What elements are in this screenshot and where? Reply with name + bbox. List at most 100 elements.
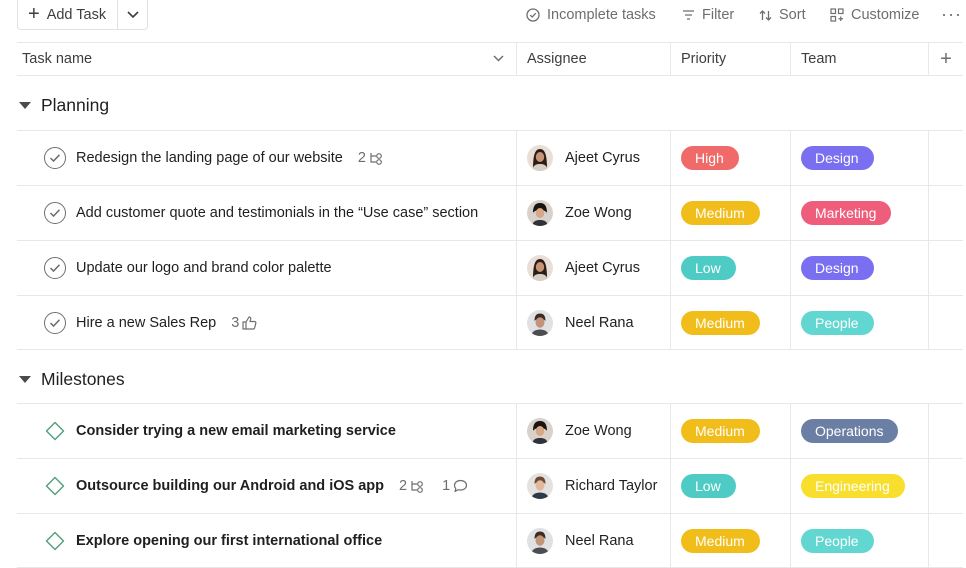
priority-cell[interactable]: Low <box>671 459 791 513</box>
collapse-triangle-icon[interactable] <box>19 101 31 109</box>
subtask-count[interactable]: 2 <box>358 150 385 166</box>
task-name[interactable]: Redesign the landing page of our website <box>76 150 343 166</box>
column-header-assignee[interactable]: Assignee <box>517 43 671 75</box>
task-cell: Redesign the landing page of our website… <box>17 131 517 185</box>
task-name[interactable]: Explore opening our first international … <box>76 533 382 549</box>
priority-badge: High <box>681 146 739 170</box>
table-row[interactable]: Add customer quote and testimonials in t… <box>17 185 963 240</box>
priority-badge: Medium <box>681 528 760 553</box>
task-cell: Outsource building our Android and iOS a… <box>17 459 517 513</box>
add-task-button[interactable]: + Add Task <box>18 0 117 29</box>
priority-cell[interactable]: Medium <box>671 186 791 240</box>
team-cell[interactable]: Design <box>791 241 929 295</box>
more-options-button[interactable]: ··· <box>941 4 962 25</box>
comment-count[interactable]: 1 <box>442 478 468 494</box>
complete-check-icon[interactable] <box>44 257 66 279</box>
table-row[interactable]: Consider trying a new email marketing se… <box>17 403 963 458</box>
assignee-cell[interactable]: Neel Rana <box>517 296 671 349</box>
task-name[interactable]: Outsource building our Android and iOS a… <box>76 478 384 494</box>
milestone-diamond-icon[interactable] <box>44 475 66 497</box>
complete-check-icon[interactable] <box>44 311 66 334</box>
assignee-name: Ajeet Cyrus <box>565 260 640 276</box>
milestone-diamond-icon[interactable] <box>44 420 66 442</box>
subtask-count[interactable]: 2 <box>399 478 426 494</box>
complete-check-icon[interactable] <box>44 202 66 224</box>
filter-button[interactable]: Filter <box>682 5 734 25</box>
team-badge: Engineering <box>801 474 905 498</box>
incomplete-tasks-button[interactable]: Incomplete tasks <box>526 5 656 25</box>
team-cell[interactable]: People <box>791 514 929 567</box>
column-header-task-name[interactable]: Task name <box>17 43 517 75</box>
complete-check-icon[interactable] <box>44 147 66 169</box>
table-row[interactable]: Update our logo and brand color palette … <box>17 240 963 295</box>
assignee-cell[interactable]: Zoe Wong <box>517 404 671 458</box>
task-cell: Hire a new Sales Rep 3 <box>17 296 517 349</box>
team-cell[interactable]: Design <box>791 131 929 185</box>
task-name[interactable]: Update our logo and brand color palette <box>76 260 332 276</box>
add-task-button-group: + Add Task <box>17 0 148 30</box>
team-cell[interactable]: Engineering <box>791 459 929 513</box>
sort-button[interactable]: Sort <box>759 5 806 25</box>
team-badge: Design <box>801 146 874 170</box>
add-column-button[interactable]: + <box>929 43 963 75</box>
subtask-icon <box>370 152 382 165</box>
add-task-dropdown-button[interactable] <box>117 0 147 29</box>
column-header-team[interactable]: Team <box>791 43 929 75</box>
assignee-name: Richard Taylor <box>565 478 658 494</box>
assignee-cell[interactable]: Ajeet Cyrus <box>517 241 671 295</box>
section-header-milestones[interactable]: Milestones <box>17 351 963 407</box>
assignee-cell[interactable]: Ajeet Cyrus <box>517 131 671 185</box>
like-count[interactable]: 3 <box>231 315 257 331</box>
plus-icon: + <box>28 2 40 25</box>
priority-cell[interactable]: Medium <box>671 404 791 458</box>
assignee-cell[interactable]: Neel Rana <box>517 514 671 567</box>
collapse-triangle-icon[interactable] <box>19 375 31 383</box>
milestone-diamond-icon[interactable] <box>44 530 66 552</box>
avatar <box>527 255 553 281</box>
assignee-name: Ajeet Cyrus <box>565 150 640 166</box>
team-cell[interactable]: Operations <box>791 404 929 458</box>
customize-button[interactable]: Customize <box>830 5 920 25</box>
team-cell[interactable]: Marketing <box>791 186 929 240</box>
filter-icon <box>683 10 694 20</box>
customize-label: Customize <box>851 7 920 23</box>
check-circle-icon <box>526 8 540 22</box>
task-name[interactable]: Hire a new Sales Rep <box>76 315 216 331</box>
assignee-name: Neel Rana <box>565 314 634 331</box>
chevron-down-icon[interactable] <box>493 55 504 62</box>
priority-cell[interactable]: High <box>671 131 791 185</box>
team-badge: People <box>801 528 874 553</box>
incomplete-tasks-label: Incomplete tasks <box>547 7 656 23</box>
table-header: Task name Assignee Priority Team + <box>17 42 963 76</box>
assignee-cell[interactable]: Richard Taylor <box>517 459 671 513</box>
task-cell: Consider trying a new email marketing se… <box>17 404 517 458</box>
priority-cell[interactable]: Medium <box>671 296 791 349</box>
table-row[interactable]: Hire a new Sales Rep 3 Neel Rana Medium … <box>17 295 963 350</box>
section-header-planning[interactable]: Planning <box>17 77 963 133</box>
toolbar: + Add Task Incomplete tasks Filter Sort … <box>0 0 966 30</box>
filter-label: Filter <box>702 7 735 23</box>
task-cell: Add customer quote and testimonials in t… <box>17 186 517 240</box>
task-cell: Update our logo and brand color palette <box>17 241 517 295</box>
team-cell[interactable]: People <box>791 296 929 349</box>
priority-badge: Medium <box>681 201 760 225</box>
assignee-name: Zoe Wong <box>565 423 632 439</box>
column-header-priority[interactable]: Priority <box>671 43 791 75</box>
team-badge: Operations <box>801 419 899 443</box>
priority-cell[interactable]: Medium <box>671 514 791 567</box>
table-row[interactable]: Redesign the landing page of our website… <box>17 130 963 185</box>
table-row[interactable]: Explore opening our first international … <box>17 513 963 568</box>
comment-icon <box>454 479 468 493</box>
priority-badge: Medium <box>681 310 760 335</box>
team-badge: Design <box>801 256 874 280</box>
sort-icon <box>759 9 772 21</box>
assignee-cell[interactable]: Zoe Wong <box>517 186 671 240</box>
task-name[interactable]: Add customer quote and testimonials in t… <box>76 205 478 221</box>
priority-cell[interactable]: Low <box>671 241 791 295</box>
task-cell: Explore opening our first international … <box>17 514 517 567</box>
table-row[interactable]: Outsource building our Android and iOS a… <box>17 458 963 513</box>
avatar <box>527 473 553 499</box>
thumbs-up-icon <box>242 315 257 330</box>
task-name[interactable]: Consider trying a new email marketing se… <box>76 423 396 439</box>
avatar <box>527 309 553 336</box>
